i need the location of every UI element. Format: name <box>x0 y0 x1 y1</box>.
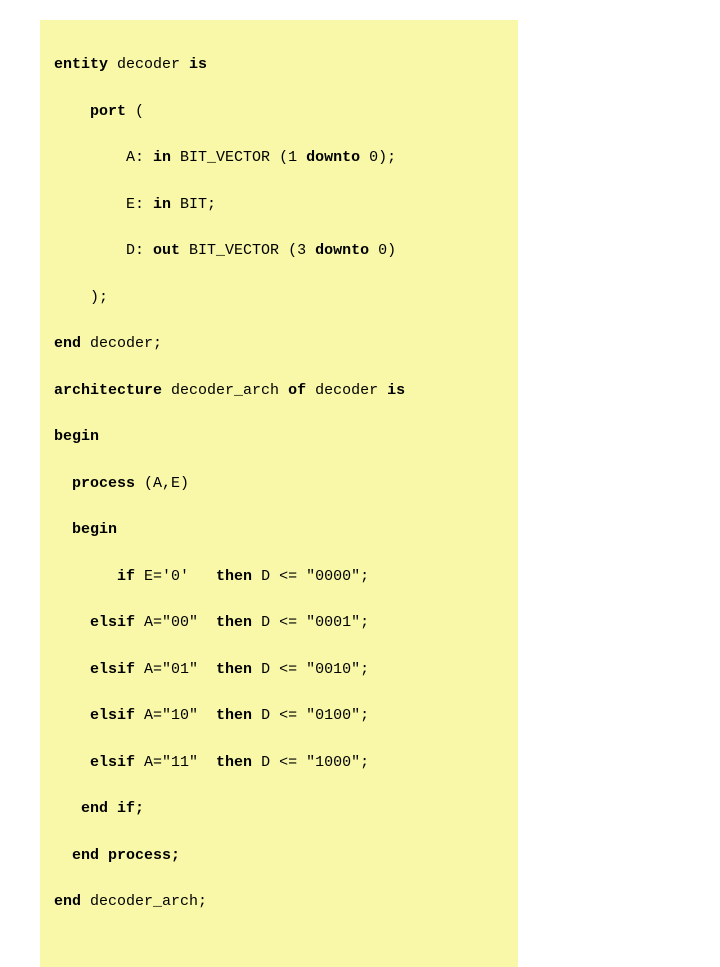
code-line: elsif A="11" then D <= "1000"; <box>54 751 504 774</box>
keyword-architecture: architecture <box>54 382 162 399</box>
code-line: begin <box>54 425 504 448</box>
keyword-then: then <box>216 614 252 631</box>
code-line: begin <box>54 518 504 541</box>
code-line: port ( <box>54 100 504 123</box>
keyword-in: in <box>153 149 171 166</box>
keyword-end: end <box>54 893 81 910</box>
code-line: elsif A="01" then D <= "0010"; <box>54 658 504 681</box>
keyword-downto: downto <box>315 242 369 259</box>
keyword-end: end <box>54 335 81 352</box>
keyword-then: then <box>216 568 252 585</box>
code-line: end decoder; <box>54 332 504 355</box>
keyword-then: then <box>216 661 252 678</box>
vhdl-code-block: entity decoder is port ( A: in BIT_VECTO… <box>40 20 518 967</box>
keyword-end: end <box>81 800 108 817</box>
keyword-process: process; <box>99 847 180 864</box>
keyword-of: of <box>288 382 306 399</box>
code-line: D: out BIT_VECTOR (3 downto 0) <box>54 239 504 262</box>
keyword-begin: begin <box>72 521 117 538</box>
code-line: E: in BIT; <box>54 193 504 216</box>
code-line: process (A,E) <box>54 472 504 495</box>
keyword-elsif: elsif <box>90 614 135 631</box>
code-line: end if; <box>54 797 504 820</box>
keyword-elsif: elsif <box>90 754 135 771</box>
code-line: elsif A="10" then D <= "0100"; <box>54 704 504 727</box>
keyword-elsif: elsif <box>90 661 135 678</box>
code-line: end process; <box>54 844 504 867</box>
keyword-out: out <box>153 242 180 259</box>
code-line: ); <box>54 286 504 309</box>
code-line: A: in BIT_VECTOR (1 downto 0); <box>54 146 504 169</box>
keyword-then: then <box>216 754 252 771</box>
keyword-is: is <box>189 56 207 73</box>
keyword-elsif: elsif <box>90 707 135 724</box>
keyword-then: then <box>216 707 252 724</box>
keyword-end: end <box>72 847 99 864</box>
keyword-if: if; <box>108 800 144 817</box>
keyword-downto: downto <box>306 149 360 166</box>
code-line: architecture decoder_arch of decoder is <box>54 379 504 402</box>
keyword-in: in <box>153 196 171 213</box>
keyword-is: is <box>387 382 405 399</box>
code-line: if E='0' then D <= "0000"; <box>54 565 504 588</box>
keyword-begin: begin <box>54 428 99 445</box>
code-line: end decoder_arch; <box>54 890 504 913</box>
keyword-process: process <box>72 475 135 492</box>
keyword-if: if <box>117 568 135 585</box>
keyword-entity: entity <box>54 56 108 73</box>
code-line: elsif A="00" then D <= "0001"; <box>54 611 504 634</box>
code-line: entity decoder is <box>54 53 504 76</box>
keyword-port: port <box>54 103 135 120</box>
